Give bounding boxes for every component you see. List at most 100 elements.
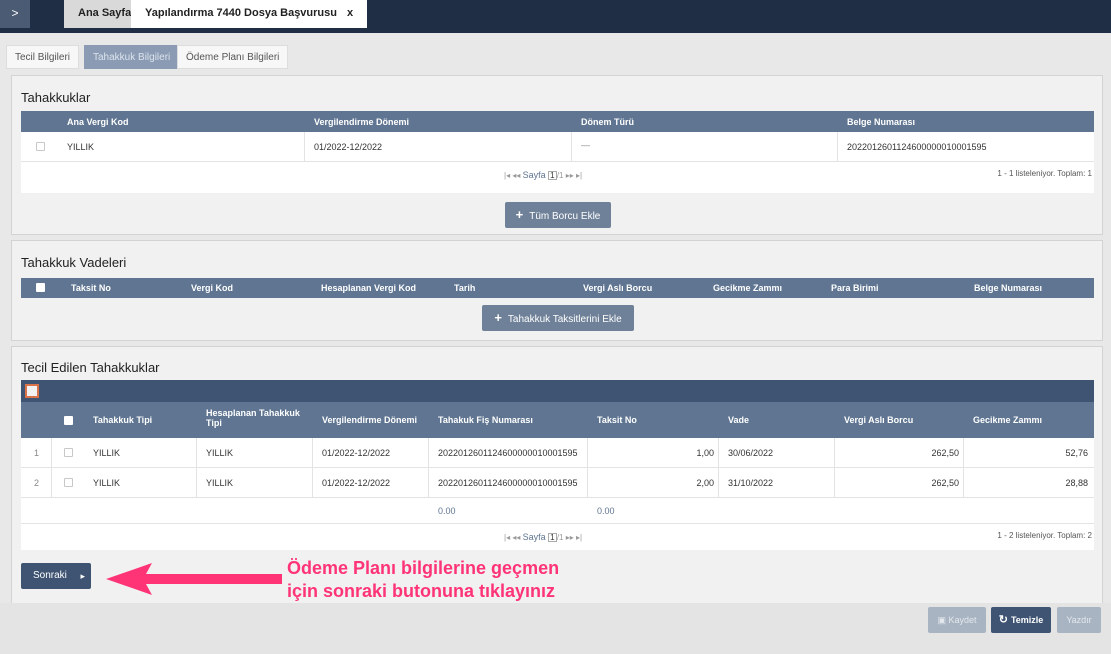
row-number: 1: [34, 448, 40, 458]
col-taksit-no[interactable]: Taksit No: [71, 283, 111, 293]
plus-icon: +: [494, 310, 502, 325]
tahakkuk-vadeleri-grid: Taksit No Vergi Kod Hesaplanan Vergi Kod…: [21, 278, 1094, 298]
save-icon: ▣: [937, 615, 949, 625]
table-row[interactable]: 1 YILLIK YILLIK 01/2022-12/2022 20220126…: [21, 438, 1094, 468]
totals-row: 0.00 0.00: [21, 498, 1094, 524]
cell-hesaplanan-tahakkuk-tipi: YILLIK: [206, 478, 234, 488]
select-all-checkbox[interactable]: [36, 283, 45, 292]
subtab-odeme-plani-bilgileri[interactable]: Ödeme Planı Bilgileri: [177, 45, 289, 69]
table-row[interactable]: YILLIK 01/2022-12/2022 — 202201260112460…: [21, 132, 1094, 162]
export-excel-icon[interactable]: [25, 384, 39, 398]
cell-belge-numarasi: 2022012601124600000010001595: [847, 142, 987, 152]
page-input[interactable]: 1: [547, 533, 557, 542]
subtab-tahakkuk-bilgileri[interactable]: Tahakkuk Bilgileri: [84, 45, 180, 69]
footer-bar: ▣ Kaydet ↻ Temizle Yazdır: [0, 603, 1111, 654]
cell-ana-vergi-kod: YILLIK: [67, 142, 95, 152]
col-hesaplanan-vergi-kod[interactable]: Hesaplanan Vergi Kod: [321, 283, 416, 293]
menu-toggle-button[interactable]: >: [0, 0, 30, 28]
last-page-icon[interactable]: ▸▸ ▸|: [566, 533, 582, 542]
cell-taksit-no: 2,00: [696, 478, 714, 488]
plus-icon: +: [515, 207, 524, 222]
col-vergilendirme-donemi[interactable]: Vergilendirme Dönemi: [322, 415, 417, 425]
col-vergi-asli-borcu[interactable]: Vergi Aslı Borcu: [844, 415, 913, 425]
annotation-line-1: Ödeme Planı bilgilerine geçmen: [287, 558, 560, 578]
col-vergi-asli-borcu[interactable]: Vergi Aslı Borcu: [583, 283, 652, 293]
cell-donem-turu: —: [581, 140, 590, 150]
col-hesaplanan-tahakkuk-tipi[interactable]: Hesaplanan Tahakkuk Tipi: [206, 408, 306, 428]
tecil-edilen-title: Tecil Edilen Tahakkuklar: [21, 360, 160, 375]
col-tarih[interactable]: Tarih: [454, 283, 475, 293]
tahakkuklar-header: Ana Vergi Kod Vergilendirme Dönemi Dönem…: [21, 111, 1094, 132]
cell-vergi-asli-borcu: 262,50: [931, 448, 959, 458]
row-checkbox[interactable]: [64, 448, 73, 457]
cell-vergi-asli-borcu: 262,50: [931, 478, 959, 488]
grid-toolbar: [21, 380, 1094, 402]
annotation-arrow-icon: [106, 563, 282, 595]
total-taksit: 0.00: [597, 506, 615, 516]
select-all-checkbox[interactable]: [64, 416, 73, 425]
tab-application[interactable]: Yapılandırma 7440 Dosya Başvurusu x: [131, 0, 368, 28]
subtab-tecil-bilgileri[interactable]: Tecil Bilgileri: [6, 45, 80, 69]
col-gecikme-zammi[interactable]: Gecikme Zammı: [973, 415, 1042, 425]
col-taksit-no[interactable]: Taksit No: [597, 415, 637, 425]
tecil-count: 1 - 2 listeleniyor. Toplam: 2: [997, 531, 1092, 540]
page-input[interactable]: 1: [547, 171, 557, 180]
cell-fis-numarasi: 2022012601124600000010001595: [438, 448, 578, 458]
first-page-icon[interactable]: |◂ ◂◂: [504, 171, 523, 180]
cell-vergilendirme-donemi: 01/2022-12/2022: [322, 448, 391, 458]
col-belge-numarasi[interactable]: Belge Numarası: [974, 283, 1042, 293]
tahakkuk-vadeleri-title: Tahakkuk Vadeleri: [21, 255, 127, 270]
tahakkuklar-count: 1 - 1 listeleniyor. Toplam: 1: [997, 169, 1092, 178]
col-vade[interactable]: Vade: [728, 415, 749, 425]
tum-borcu-ekle-button[interactable]: + Tüm Borcu Ekle: [505, 202, 611, 228]
last-page-icon[interactable]: ▸▸ ▸|: [566, 171, 582, 180]
tab-application-label: Yapılandırma 7440 Dosya Başvurusu: [145, 7, 337, 19]
yazdir-button[interactable]: Yazdır: [1057, 607, 1101, 633]
col-ana-vergi-kod[interactable]: Ana Vergi Kod: [67, 117, 129, 127]
tahakkuk-vadeleri-header: Taksit No Vergi Kod Hesaplanan Vergi Kod…: [21, 278, 1094, 298]
cell-tahakkuk-tipi: YILLIK: [93, 478, 121, 488]
sonraki-button[interactable]: Sonraki ▸: [21, 563, 91, 589]
col-vergilendirme-donemi[interactable]: Vergilendirme Dönemi: [314, 117, 409, 127]
table-row[interactable]: 2 YILLIK YILLIK 01/2022-12/2022 20220126…: [21, 468, 1094, 498]
tecil-pager[interactable]: |◂ ◂◂ Sayfa 1/1 ▸▸ ▸|: [504, 532, 582, 542]
col-tahakkuk-tipi[interactable]: Tahakkuk Tipi: [93, 415, 152, 425]
first-page-icon[interactable]: |◂ ◂◂: [504, 533, 523, 542]
row-number: 2: [34, 478, 40, 488]
temizle-button[interactable]: ↻ Temizle: [991, 607, 1051, 633]
cell-vergilendirme-donemi: 01/2022-12/2022: [322, 478, 391, 488]
cell-gecikme-zammi: 52,76: [1065, 448, 1088, 458]
tahakkuklar-grid: Ana Vergi Kod Vergilendirme Dönemi Dönem…: [21, 111, 1094, 193]
row-checkbox[interactable]: [36, 142, 45, 151]
cell-taksit-no: 1,00: [696, 448, 714, 458]
refresh-icon: ↻: [998, 614, 1011, 626]
cell-vergilendirme-donemi: 01/2022-12/2022: [314, 142, 383, 152]
col-donem-turu[interactable]: Dönem Türü: [581, 117, 634, 127]
col-gecikme-zammi[interactable]: Gecikme Zammı: [713, 283, 782, 293]
top-bar: > Ana Sayfa Yapılandırma 7440 Dosya Başv…: [0, 0, 1111, 33]
cell-gecikme-zammi: 28,88: [1065, 478, 1088, 488]
tecil-edilen-header: Tahakkuk Tipi Hesaplanan Tahakkuk Tipi V…: [21, 402, 1094, 438]
total-fis: 0.00: [438, 506, 456, 516]
annotation-text: Ödeme Planı bilgilerine geçmen için sonr…: [287, 557, 559, 603]
cell-tahakkuk-tipi: YILLIK: [93, 448, 121, 458]
tahakkuk-vadeleri-panel: Tahakkuk Vadeleri Taksit No Vergi Kod He…: [11, 240, 1103, 341]
cell-hesaplanan-tahakkuk-tipi: YILLIK: [206, 448, 234, 458]
chevron-right-icon: ▸: [80, 571, 85, 581]
tahakkuk-taksitlerini-ekle-button[interactable]: + Tahakkuk Taksitlerini Ekle: [482, 305, 634, 331]
annotation-line-2: için sonraki butonuna tıklayınız: [287, 581, 556, 601]
cell-vade: 31/10/2022: [728, 478, 774, 488]
kaydet-button[interactable]: ▣ Kaydet: [928, 607, 986, 633]
tahakkuklar-title: Tahakkuklar: [21, 90, 91, 105]
cell-vade: 30/06/2022: [728, 448, 774, 458]
tahakkuklar-panel: Tahakkuklar Ana Vergi Kod Vergilendirme …: [11, 75, 1103, 235]
close-tab-icon[interactable]: x: [347, 7, 353, 19]
tecil-edilen-grid: Tahakkuk Tipi Hesaplanan Tahakkuk Tipi V…: [21, 380, 1094, 550]
col-vergi-kod[interactable]: Vergi Kod: [191, 283, 233, 293]
cell-fis-numarasi: 2022012601124600000010001595: [438, 478, 578, 488]
col-belge-numarasi[interactable]: Belge Numarası: [847, 117, 915, 127]
tahakkuklar-pager[interactable]: |◂ ◂◂ Sayfa 1/1 ▸▸ ▸|: [504, 170, 582, 180]
row-checkbox[interactable]: [64, 478, 73, 487]
col-para-birimi[interactable]: Para Birimi: [831, 283, 879, 293]
col-tahakuk-fis-numarasi[interactable]: Tahakuk Fiş Numarası: [438, 415, 533, 425]
